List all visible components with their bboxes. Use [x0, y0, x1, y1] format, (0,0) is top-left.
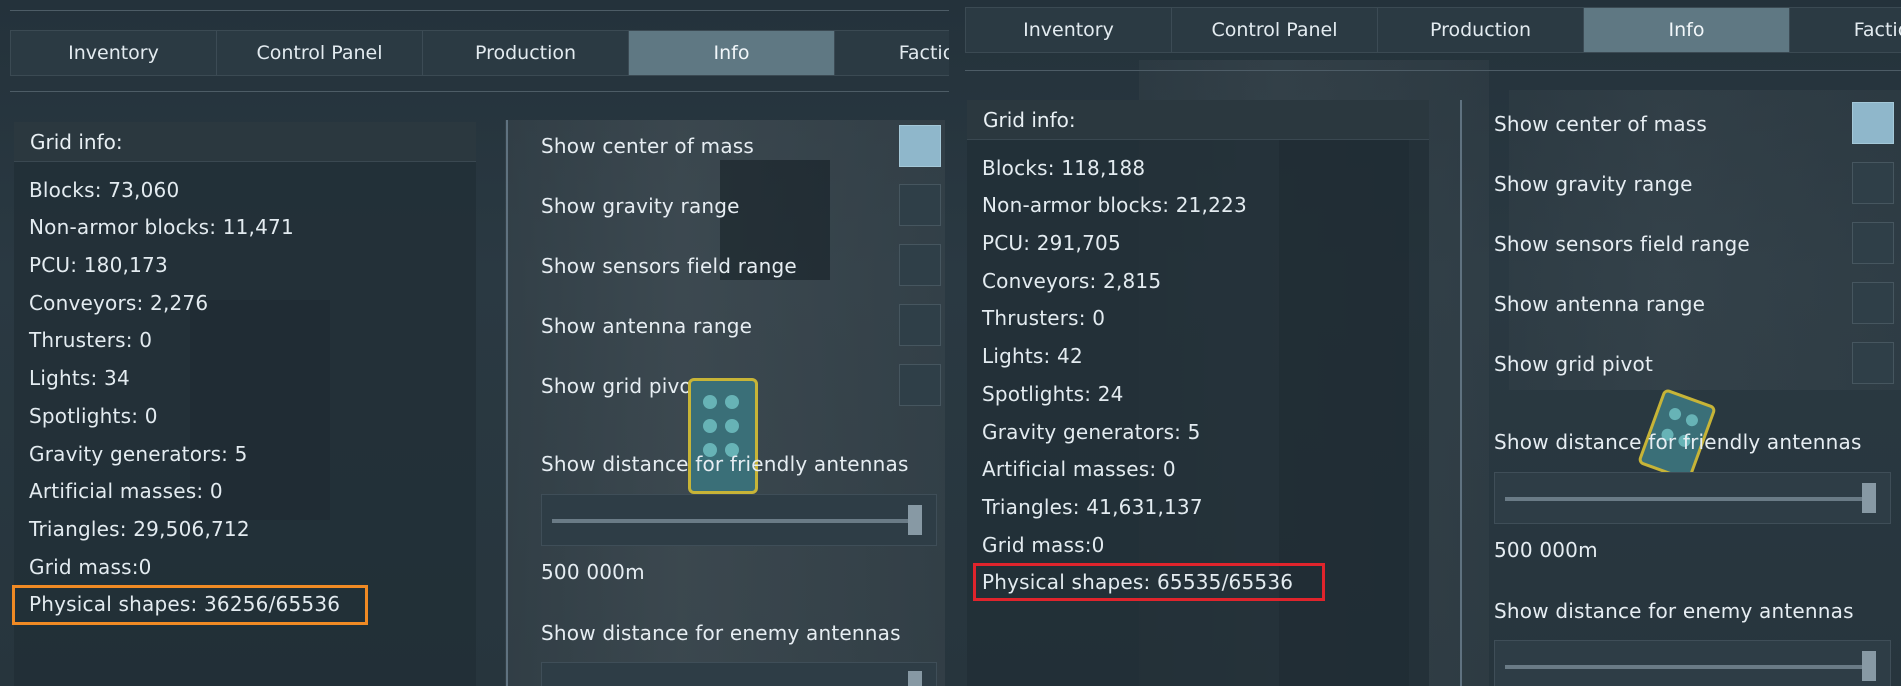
tab-inventory[interactable]: Inventory [11, 31, 217, 75]
slider-track [552, 519, 922, 523]
tab-label: Info [1668, 19, 1705, 41]
friendly-antennas-value: 500 000m [1494, 538, 1598, 562]
tab-factions[interactable]: Factions [1790, 8, 1901, 52]
checkbox-grid-pivot[interactable] [1852, 342, 1894, 384]
tab-factions[interactable]: Factions [835, 31, 949, 75]
slider-thumb[interactable] [1862, 651, 1876, 681]
tab-label: Inventory [68, 42, 159, 64]
stat-blocks: Blocks: 73,060 [29, 178, 180, 202]
stat-spotlights: Spotlights: 0 [29, 404, 158, 428]
checkbox-gravity-range[interactable] [899, 184, 941, 226]
stat-triangles: Triangles: 29,506,712 [29, 517, 250, 541]
stat-triangles: Triangles: 41,631,137 [982, 495, 1203, 519]
tabs-underline [10, 91, 949, 92]
right-screenshot-panel: Inventory Control Panel Production Info … [949, 0, 1901, 686]
highlight-box-red [973, 563, 1325, 601]
tab-inventory[interactable]: Inventory [966, 8, 1172, 52]
stat-artificial-masses: Artificial masses: 0 [982, 457, 1176, 481]
tab-label: Factions [898, 42, 949, 64]
stat-lights: Lights: 34 [29, 366, 130, 390]
option-center-of-mass-label: Show center of mass [541, 134, 755, 158]
friendly-antennas-label: Show distance for friendly antennas [541, 452, 909, 476]
tab-control-panel[interactable]: Control Panel [217, 31, 423, 75]
enemy-antennas-slider[interactable] [1494, 640, 1891, 686]
tabs-underline [965, 70, 1901, 71]
friendly-antennas-label: Show distance for friendly antennas [1494, 430, 1862, 454]
column-divider [506, 120, 508, 686]
slider-track [1505, 497, 1876, 501]
enemy-antennas-slider[interactable] [541, 662, 937, 686]
checkbox-sensors-field-range[interactable] [1852, 222, 1894, 264]
checkbox-antenna-range[interactable] [1852, 282, 1894, 324]
option-antenna-range-label: Show antenna range [1494, 292, 1706, 316]
tab-label: Production [474, 42, 577, 64]
stat-non-armor-blocks: Non-armor blocks: 21,223 [982, 193, 1247, 217]
stat-gravity-generators: Gravity generators: 5 [29, 442, 248, 466]
stat-thrusters: Thrusters: 0 [982, 306, 1106, 330]
top-divider [10, 10, 949, 11]
tab-production[interactable]: Production [1378, 8, 1584, 52]
stat-grid-mass: Grid mass:0 [29, 555, 152, 579]
checkbox-antenna-range[interactable] [899, 304, 941, 346]
stat-pcu: PCU: 180,173 [29, 253, 168, 277]
enemy-antennas-label: Show distance for enemy antennas [541, 621, 901, 645]
tab-control-panel[interactable]: Control Panel [1172, 8, 1378, 52]
checkbox-center-of-mass[interactable] [899, 125, 941, 167]
column-divider [1460, 100, 1462, 686]
option-gravity-range-label: Show gravity range [1494, 172, 1693, 196]
checkbox-gravity-range[interactable] [1852, 162, 1894, 204]
tab-label: Control Panel [256, 42, 383, 64]
stat-non-armor-blocks: Non-armor blocks: 11,471 [29, 215, 294, 239]
left-screenshot-panel: Inventory Control Panel Production Info … [0, 0, 949, 686]
stat-thrusters: Thrusters: 0 [29, 328, 153, 352]
stat-conveyors: Conveyors: 2,815 [982, 269, 1162, 293]
tab-label: Factions [1853, 19, 1901, 41]
stat-lights: Lights: 42 [982, 344, 1083, 368]
checkbox-grid-pivot[interactable] [899, 364, 941, 406]
tab-label: Inventory [1023, 19, 1114, 41]
option-center-of-mass-label: Show center of mass [1494, 112, 1708, 136]
checkbox-sensors-field-range[interactable] [899, 244, 941, 286]
slider-track [1505, 665, 1876, 669]
friendly-antennas-slider[interactable] [541, 494, 937, 546]
tab-info[interactable]: Info [629, 31, 835, 75]
friendly-antennas-value: 500 000m [541, 560, 645, 584]
tab-label: Production [1429, 19, 1532, 41]
stat-pcu: PCU: 291,705 [982, 231, 1121, 255]
option-gravity-range-label: Show gravity range [541, 194, 740, 218]
stat-spotlights: Spotlights: 24 [982, 382, 1124, 406]
option-grid-pivot-label: Show grid pivot [1494, 352, 1654, 376]
tab-label: Info [713, 42, 750, 64]
grid-info-title: Grid info: [14, 122, 476, 162]
tab-info[interactable]: Info [1584, 8, 1790, 52]
tab-production[interactable]: Production [423, 31, 629, 75]
stat-blocks: Blocks: 118,188 [982, 156, 1146, 180]
tab-label: Control Panel [1211, 19, 1338, 41]
checkbox-center-of-mass[interactable] [1852, 102, 1894, 144]
enemy-antennas-label: Show distance for enemy antennas [1494, 599, 1854, 623]
option-grid-pivot-label: Show grid pivot [541, 374, 701, 398]
tab-bar: Inventory Control Panel Production Info … [10, 30, 949, 76]
option-sensors-field-range-label: Show sensors field range [1494, 232, 1750, 256]
slider-thumb[interactable] [908, 505, 922, 535]
slider-thumb[interactable] [908, 671, 922, 686]
option-antenna-range-label: Show antenna range [541, 314, 753, 338]
stat-gravity-generators: Gravity generators: 5 [982, 420, 1201, 444]
option-sensors-field-range-label: Show sensors field range [541, 254, 797, 278]
slider-thumb[interactable] [1862, 483, 1876, 513]
tab-bar: Inventory Control Panel Production Info … [965, 7, 1901, 53]
friendly-antennas-slider[interactable] [1494, 472, 1891, 524]
highlight-box-orange [12, 585, 368, 625]
stat-artificial-masses: Artificial masses: 0 [29, 479, 223, 503]
terminal-panel-icon [688, 378, 758, 494]
stat-conveyors: Conveyors: 2,276 [29, 291, 209, 315]
stat-grid-mass: Grid mass:0 [982, 533, 1105, 557]
grid-info-title: Grid info: [967, 100, 1429, 140]
